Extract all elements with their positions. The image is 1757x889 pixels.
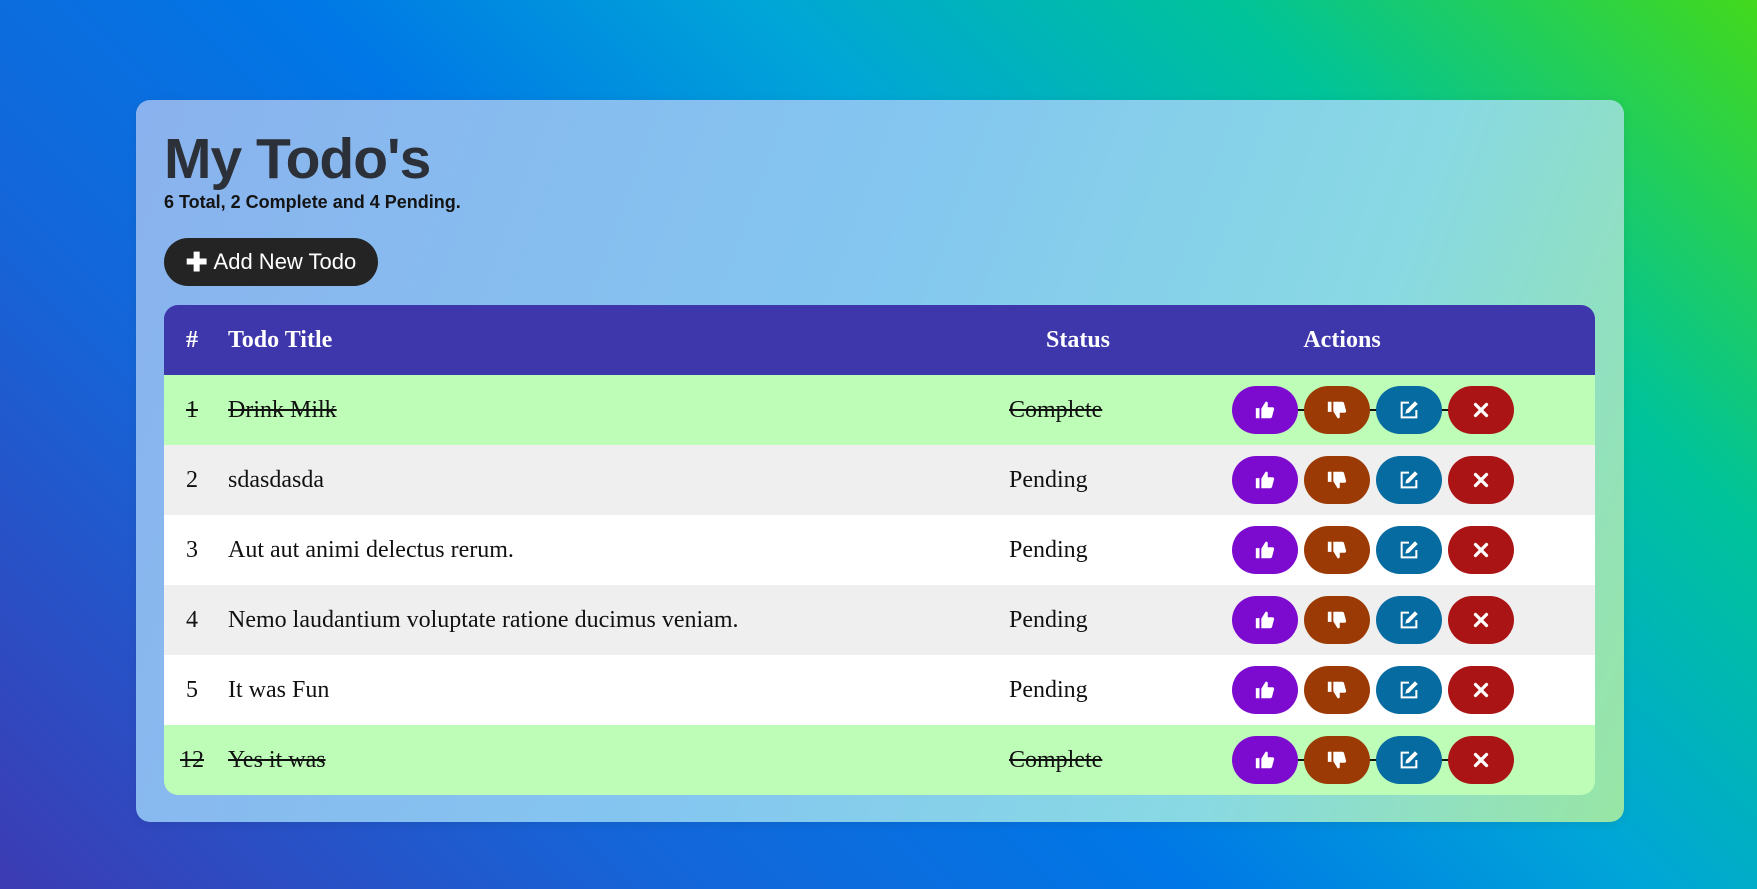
mark-pending-button[interactable] (1304, 596, 1370, 644)
thumbs-up-icon (1255, 401, 1275, 419)
delete-button[interactable] (1448, 386, 1514, 434)
todo-status: Pending (1009, 677, 1088, 703)
mark-pending-button[interactable] (1304, 736, 1370, 784)
close-icon (1473, 402, 1489, 418)
mark-pending-button[interactable] (1304, 666, 1370, 714)
todo-status: Pending (1009, 467, 1088, 493)
table-row: 12 Yes it was Complete (164, 725, 1595, 795)
todo-status: Pending (1009, 607, 1088, 633)
column-header-title: Todo Title (228, 327, 333, 353)
row-actions (1232, 386, 1514, 434)
todo-status: Complete (1009, 397, 1103, 423)
table-body: 1 Drink Milk Complete 2 sdasdasda Pendin… (164, 375, 1595, 795)
edit-button[interactable] (1376, 736, 1442, 784)
row-actions (1232, 596, 1514, 644)
edit-icon (1400, 751, 1418, 769)
edit-button[interactable] (1376, 666, 1442, 714)
todo-number: 1 (186, 397, 198, 423)
strike-line (1272, 759, 1472, 761)
todo-number: 12 (180, 747, 204, 773)
edit-button[interactable] (1376, 596, 1442, 644)
mark-pending-button[interactable] (1304, 456, 1370, 504)
plus-icon: ✚ (185, 247, 208, 277)
column-header-actions: Actions (1303, 327, 1381, 353)
thumbs-down-icon (1327, 541, 1347, 559)
todo-number: 3 (186, 537, 198, 563)
close-icon (1473, 752, 1489, 768)
table-row: 1 Drink Milk Complete (164, 375, 1595, 445)
row-actions (1232, 666, 1514, 714)
page-title: My Todo's (164, 127, 431, 191)
thumbs-down-icon (1327, 751, 1347, 769)
mark-complete-button[interactable] (1232, 666, 1298, 714)
edit-button[interactable] (1376, 456, 1442, 504)
edit-icon (1400, 471, 1418, 489)
todo-title: sdasdasda (228, 467, 324, 493)
thumbs-up-icon (1255, 681, 1275, 699)
todo-title: Drink Milk (228, 397, 337, 423)
strike-line (1272, 409, 1472, 411)
todo-number: 5 (186, 677, 198, 703)
delete-button[interactable] (1448, 456, 1514, 504)
edit-icon (1400, 611, 1418, 629)
close-icon (1473, 612, 1489, 628)
column-header-number: # (186, 327, 198, 353)
edit-icon (1400, 681, 1418, 699)
todo-title: Nemo laudantium voluptate ratione ducimu… (228, 607, 739, 633)
table-row: 3 Aut aut animi delectus rerum. Pending (164, 515, 1595, 585)
todo-table: # Todo Title Status Actions 1 Drink Milk… (164, 305, 1595, 795)
thumbs-down-icon (1327, 611, 1347, 629)
edit-button[interactable] (1376, 526, 1442, 574)
delete-button[interactable] (1448, 736, 1514, 784)
close-icon (1473, 542, 1489, 558)
thumbs-down-icon (1327, 471, 1347, 489)
thumbs-down-icon (1327, 681, 1347, 699)
todo-title: It was Fun (228, 677, 330, 703)
mark-pending-button[interactable] (1304, 526, 1370, 574)
todo-number: 2 (186, 467, 198, 493)
thumbs-up-icon (1255, 611, 1275, 629)
add-new-todo-label: Add New Todo (213, 249, 357, 274)
mark-complete-button[interactable] (1232, 386, 1298, 434)
delete-button[interactable] (1448, 526, 1514, 574)
thumbs-down-icon (1327, 401, 1347, 419)
todo-title: Yes it was (228, 747, 326, 773)
close-icon (1473, 472, 1489, 488)
thumbs-up-icon (1255, 751, 1275, 769)
delete-button[interactable] (1448, 666, 1514, 714)
column-header-status: Status (1046, 327, 1111, 353)
mark-complete-button[interactable] (1232, 596, 1298, 644)
todo-status: Pending (1009, 537, 1088, 563)
mark-complete-button[interactable] (1232, 526, 1298, 574)
mark-complete-button[interactable] (1232, 736, 1298, 784)
table-row: 4 Nemo laudantium voluptate ratione duci… (164, 585, 1595, 655)
todo-card: My Todo's 6 Total, 2 Complete and 4 Pend… (136, 100, 1624, 822)
edit-icon (1400, 401, 1418, 419)
thumbs-up-icon (1255, 541, 1275, 559)
add-new-todo-button[interactable]: ✚ Add New Todo (164, 238, 378, 286)
row-actions (1232, 736, 1514, 784)
thumbs-up-icon (1255, 471, 1275, 489)
delete-button[interactable] (1448, 596, 1514, 644)
edit-icon (1400, 541, 1418, 559)
table-row: 2 sdasdasda Pending (164, 445, 1595, 515)
todo-summary: 6 Total, 2 Complete and 4 Pending. (164, 192, 461, 212)
table-row: 5 It was Fun Pending (164, 655, 1595, 725)
todo-number: 4 (186, 607, 198, 633)
close-icon (1473, 682, 1489, 698)
mark-pending-button[interactable] (1304, 386, 1370, 434)
edit-button[interactable] (1376, 386, 1442, 434)
todo-title: Aut aut animi delectus rerum. (228, 537, 514, 563)
todo-status: Complete (1009, 747, 1103, 773)
row-actions (1232, 456, 1514, 504)
mark-complete-button[interactable] (1232, 456, 1298, 504)
table-header: # Todo Title Status Actions (164, 305, 1595, 375)
row-actions (1232, 526, 1514, 574)
